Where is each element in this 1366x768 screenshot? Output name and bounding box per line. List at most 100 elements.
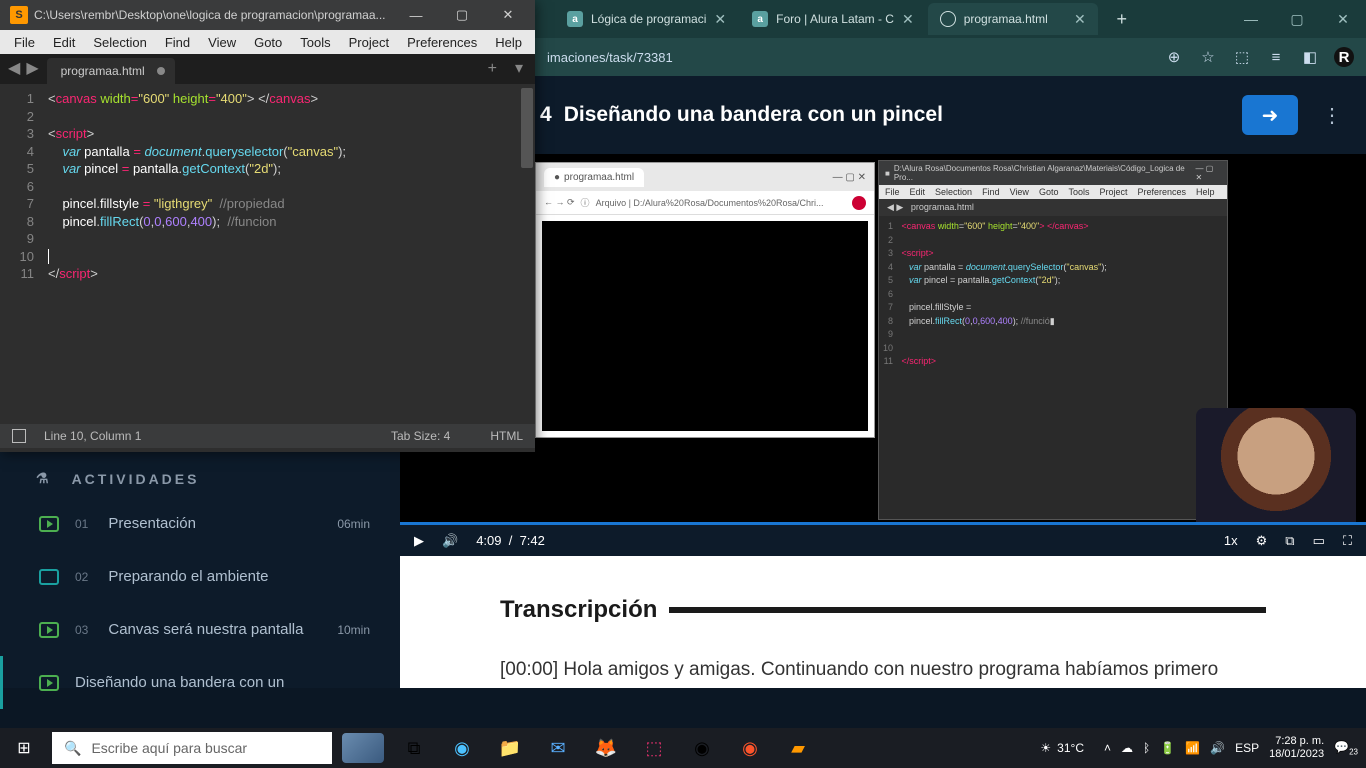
scrollbar-thumb[interactable]: [521, 88, 533, 168]
menu-project[interactable]: Project: [341, 33, 397, 52]
tab-label: Lógica de programaci: [591, 12, 706, 26]
favorite-icon[interactable]: ☆: [1198, 47, 1218, 67]
panel-toggle-icon[interactable]: [12, 429, 26, 443]
minimize-button[interactable]: —: [393, 0, 439, 30]
url-bar[interactable]: imaciones/task/73381 ⊕ ☆ ⬚ ≡ ◧ R: [535, 38, 1366, 76]
news-widget[interactable]: [342, 733, 384, 763]
clock[interactable]: 7:28 p. m.18/01/2023: [1269, 735, 1324, 761]
sublime-titlebar[interactable]: S C:\Users\rembr\Desktop\one\logica de p…: [0, 0, 535, 30]
browser-tab[interactable]: aLógica de programaci✕: [555, 3, 738, 35]
menu-tools[interactable]: Tools: [292, 33, 338, 52]
sublime-tab-bar: ◀ ▶ programaa.html + ▾: [0, 54, 535, 84]
chrome-icon[interactable]: ◉: [678, 728, 726, 768]
battery-icon[interactable]: 🔋: [1160, 741, 1175, 755]
step-number: 4: [540, 103, 552, 127]
activity-item-current[interactable]: Diseñando una bandera con un: [0, 656, 400, 709]
menu-preferences[interactable]: Preferences: [399, 33, 485, 52]
more-menu-button[interactable]: ⋮: [1322, 103, 1342, 128]
tab-menu-icon[interactable]: ▾: [507, 52, 531, 84]
activity-item[interactable]: 02Preparando el ambiente: [0, 550, 400, 603]
start-button[interactable]: ⊞: [0, 728, 48, 768]
status-bar: Line 10, Column 1 Tab Size: 4 HTML: [0, 424, 535, 448]
task-view-icon[interactable]: ⧉: [390, 728, 438, 768]
language-indicator[interactable]: ESP: [1235, 741, 1259, 755]
favicon: a: [752, 11, 768, 27]
taskbar-apps: ⧉ ◉ 📁 ✉ 🦊 ⬚ ◉ ◉ ▰: [390, 728, 822, 768]
menu-goto[interactable]: Goto: [246, 33, 290, 52]
profile-avatar[interactable]: R: [1334, 47, 1354, 67]
explorer-icon[interactable]: 📁: [486, 728, 534, 768]
menu-file[interactable]: File: [6, 33, 43, 52]
tab-size[interactable]: Tab Size: 4: [391, 429, 450, 443]
nav-fwd[interactable]: ▶: [24, 52, 46, 84]
close-button[interactable]: ✕: [485, 0, 531, 30]
pip-icon[interactable]: ⧉: [1285, 533, 1294, 549]
browser-tab[interactable]: a Foro | Alura Latam - C ✕: [740, 3, 926, 35]
video-time: 4:09 / 7:42: [476, 533, 545, 548]
close-icon[interactable]: ✕: [1074, 11, 1086, 28]
close-icon[interactable]: ✕: [902, 11, 914, 28]
browser-tab[interactable]: programaa.html✕: [928, 3, 1098, 35]
video-editor-window: ■D:\Alura Rosa\Documentos Rosa\Christian…: [878, 160, 1228, 520]
sublime-taskbar-icon[interactable]: ▰: [774, 728, 822, 768]
activity-item[interactable]: 01Presentación06min: [0, 497, 400, 550]
theater-icon[interactable]: ▭: [1313, 533, 1325, 549]
sublime-menu-bar: File Edit Selection Find View Goto Tools…: [0, 30, 535, 54]
sublime-logo-icon: S: [10, 6, 28, 24]
speed-button[interactable]: 1x: [1224, 533, 1238, 548]
menu-find[interactable]: Find: [157, 33, 198, 52]
volume-button[interactable]: 🔊: [442, 533, 458, 549]
activities-header: ⚗ACTIVIDADES: [0, 446, 400, 497]
settings-icon[interactable]: ⚙: [1256, 533, 1268, 549]
play-button[interactable]: ▶: [414, 533, 424, 549]
play-icon: [39, 516, 59, 532]
video-browser-addr: Arquivo | D:/Alura%20Rosa/Documentos%20R…: [596, 198, 824, 208]
extension-icon[interactable]: ⬚: [1232, 47, 1252, 67]
activities-sidebar: ⚗ACTIVIDADES 01Presentación06min 02Prepa…: [0, 446, 400, 688]
brave-icon[interactable]: ◉: [726, 728, 774, 768]
sidebar-icon[interactable]: ◧: [1300, 47, 1320, 67]
transcript-body: [00:00] Hola amigos y amigas. Continuand…: [500, 654, 1266, 688]
mail-icon[interactable]: ✉: [534, 728, 582, 768]
nav-back[interactable]: ◀: [4, 52, 24, 84]
maximize-button[interactable]: ▢: [1274, 0, 1320, 38]
fullscreen-icon[interactable]: ⛶: [1343, 533, 1352, 549]
close-icon[interactable]: ✕: [714, 11, 726, 28]
cursor-position: Line 10, Column 1: [44, 429, 141, 443]
search-icon: 🔍: [64, 740, 81, 757]
maximize-button[interactable]: ▢: [439, 0, 485, 30]
chevron-up-icon[interactable]: ˄: [1104, 741, 1111, 755]
activity-item[interactable]: 03Canvas será nuestra pantalla10min: [0, 603, 400, 656]
firefox-icon[interactable]: 🦊: [582, 728, 630, 768]
tab-label: Foro | Alura Latam - C: [776, 12, 894, 26]
menu-help[interactable]: Help: [487, 33, 530, 52]
taskbar-search[interactable]: 🔍Escribe aquí para buscar: [52, 732, 332, 764]
code-editor[interactable]: 1<canvas width="600" height="400"> </can…: [0, 84, 535, 424]
language-mode[interactable]: HTML: [490, 429, 523, 443]
instagram-icon[interactable]: ⬚: [630, 728, 678, 768]
book-icon: [39, 569, 59, 585]
onedrive-icon[interactable]: ☁: [1121, 741, 1133, 755]
new-tab-button[interactable]: +: [1108, 5, 1136, 33]
minimize-button[interactable]: —: [1228, 0, 1274, 38]
menu-view[interactable]: View: [200, 33, 244, 52]
transcript-heading: Transcripción: [500, 596, 1266, 624]
new-tab-button[interactable]: +: [478, 54, 507, 84]
next-button[interactable]: ➜: [1242, 95, 1298, 135]
wifi-icon[interactable]: 📶: [1185, 741, 1200, 755]
bluetooth-icon[interactable]: ᛒ: [1143, 741, 1150, 755]
edge-icon[interactable]: ◉: [438, 728, 486, 768]
menu-edit[interactable]: Edit: [45, 33, 83, 52]
zoom-icon[interactable]: ⊕: [1164, 47, 1184, 67]
menu-selection[interactable]: Selection: [85, 33, 154, 52]
notifications-icon[interactable]: 💬23: [1334, 740, 1358, 756]
video-browser-tab: ● programaa.html: [544, 168, 644, 187]
reader-icon[interactable]: ≡: [1266, 47, 1286, 67]
dirty-indicator-icon: [157, 67, 165, 75]
close-button[interactable]: ✕: [1320, 0, 1366, 38]
video-browser-window: ● programaa.html— ▢ ✕ ← → ⟳ⓘArquivo | D:…: [535, 162, 875, 438]
editor-tab[interactable]: programaa.html: [47, 58, 175, 84]
volume-icon[interactable]: 🔊: [1210, 741, 1225, 755]
weather-widget[interactable]: ☀31°C: [1040, 741, 1084, 755]
globe-icon: [940, 11, 956, 27]
